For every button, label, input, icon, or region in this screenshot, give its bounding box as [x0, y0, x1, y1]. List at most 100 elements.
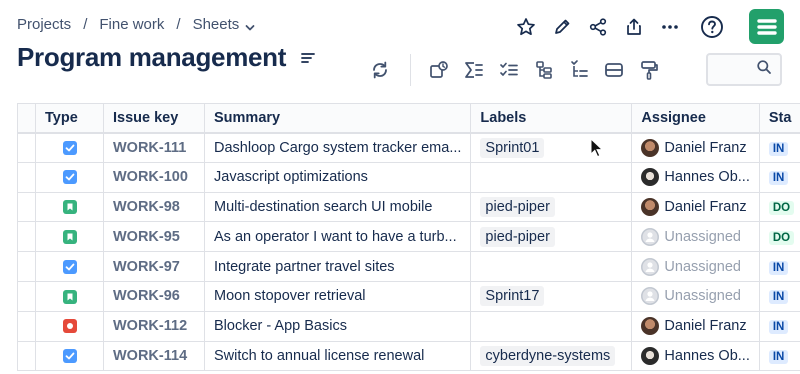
table-row[interactable]: WORK-112 Blocker - App Basics Daniel Franz…	[17, 310, 800, 342]
summary-cell[interactable]: Multi-destination search UI mobile	[203, 191, 472, 223]
labels-cell[interactable]: pied-piper	[470, 221, 633, 253]
summary-cell[interactable]: As an operator I want to have a turb...	[203, 221, 472, 253]
status-cell[interactable]: IN	[758, 280, 800, 312]
table-row[interactable]: WORK-97 Integrate partner travel sites Una…	[17, 251, 800, 282]
column-header-status[interactable]: Sta	[758, 103, 800, 134]
chevron-down-icon[interactable]	[245, 20, 255, 30]
issue-key[interactable]: WORK-111	[103, 132, 205, 163]
summary-cell[interactable]: Blocker - App Basics	[203, 310, 472, 342]
edit-icon[interactable]	[544, 12, 580, 42]
sum-icon[interactable]	[458, 54, 490, 86]
row-gutter[interactable]	[17, 191, 36, 223]
status-cell[interactable]: DO	[758, 191, 800, 223]
row-gutter[interactable]	[17, 340, 36, 372]
breadcrumb-fine-work[interactable]: Fine work	[99, 16, 164, 33]
export-icon[interactable]	[616, 12, 652, 42]
hierarchy-icon[interactable]	[528, 54, 560, 86]
table-row[interactable]: WORK-100 Javascript optimizations Hannes O…	[17, 161, 800, 193]
search-input[interactable]	[706, 53, 782, 86]
help-icon[interactable]	[694, 12, 730, 42]
row-gutter[interactable]	[17, 221, 36, 253]
labels-cell[interactable]	[470, 310, 633, 342]
table-row[interactable]: WORK-95 As an operator I want to have a t…	[17, 221, 800, 253]
status-badge: IN	[768, 290, 789, 305]
label-tag[interactable]: Sprint17	[480, 286, 545, 307]
status-cell[interactable]: DO	[758, 221, 800, 253]
column-header-assignee[interactable]: Assignee	[631, 103, 760, 134]
row-gutter[interactable]	[17, 280, 36, 312]
type-cell[interactable]	[35, 251, 104, 282]
share-icon[interactable]	[580, 12, 616, 42]
table-row[interactable]: WORK-98 Multi-destination search UI mobil…	[17, 191, 800, 223]
issue-key[interactable]: WORK-97	[103, 251, 205, 282]
summary-cell[interactable]: Integrate partner travel sites	[203, 251, 472, 282]
checklist-icon[interactable]	[493, 54, 525, 86]
issue-status-icon[interactable]	[423, 54, 455, 86]
assignee-cell[interactable]: Daniel Franz	[631, 132, 760, 163]
breadcrumb-sheets[interactable]: Sheets	[193, 16, 240, 33]
type-cell[interactable]	[35, 340, 104, 372]
issue-key[interactable]: WORK-95	[103, 221, 205, 253]
label-tag[interactable]: cyberdyne-systems	[480, 345, 616, 366]
issue-key[interactable]: WORK-114	[103, 340, 205, 372]
assignee-cell[interactable]: Unassigned	[631, 280, 760, 312]
status-cell[interactable]: IN	[758, 340, 800, 372]
row-gutter[interactable]	[17, 310, 36, 342]
assignee-cell[interactable]: Daniel Franz	[631, 191, 760, 223]
status-cell[interactable]: IN	[758, 161, 800, 193]
labels-cell[interactable]: Sprint17	[470, 280, 633, 312]
issue-key[interactable]: WORK-112	[103, 310, 205, 342]
table-row[interactable]: WORK-111 Dashloop Cargo system tracker em…	[17, 132, 800, 163]
labels-cell[interactable]	[470, 251, 633, 282]
row-gutter[interactable]	[17, 132, 36, 163]
more-icon[interactable]	[652, 12, 688, 42]
status-cell[interactable]: IN	[758, 310, 800, 342]
label-tag[interactable]: pied-piper	[480, 196, 555, 217]
star-icon[interactable]	[508, 12, 544, 42]
app-logo-icon[interactable]	[749, 9, 784, 44]
summary-cell[interactable]: Javascript optimizations	[203, 161, 472, 193]
status-cell[interactable]: IN	[758, 132, 800, 163]
assignee-cell[interactable]: Hannes Ob...	[631, 340, 760, 372]
table-row[interactable]: WORK-96 Moon stopover retrieval Sprint17 Un…	[17, 280, 800, 312]
tree-icon[interactable]	[563, 54, 595, 86]
label-tag[interactable]: pied-piper	[480, 226, 555, 247]
task-checkbox-icon	[62, 140, 77, 155]
row-gutter[interactable]	[17, 161, 36, 193]
labels-cell[interactable]: Sprint01	[470, 132, 633, 163]
type-cell[interactable]	[35, 310, 104, 342]
card-layout-icon[interactable]	[598, 54, 630, 86]
summary-cell[interactable]: Dashloop Cargo system tracker ema...	[203, 132, 472, 163]
assignee-cell[interactable]: Daniel Franz	[631, 310, 760, 342]
status-badge: IN	[768, 320, 789, 335]
column-header-summary[interactable]: Summary	[203, 103, 472, 134]
label-tag[interactable]: Sprint01	[480, 137, 545, 158]
labels-cell[interactable]: cyberdyne-systems	[470, 340, 633, 372]
row-gutter[interactable]	[17, 251, 36, 282]
story-bookmark-icon	[62, 289, 77, 304]
issue-key[interactable]: WORK-96	[103, 280, 205, 312]
column-header-type[interactable]: Type	[35, 103, 104, 134]
assignee-cell[interactable]: Unassigned	[631, 221, 760, 253]
refresh-icon[interactable]	[364, 54, 396, 86]
assignee-cell[interactable]: Unassigned	[631, 251, 760, 282]
type-cell[interactable]	[35, 221, 104, 253]
type-cell[interactable]	[35, 191, 104, 223]
issue-key[interactable]: WORK-100	[103, 161, 205, 193]
labels-cell[interactable]	[470, 161, 633, 193]
labels-cell[interactable]: pied-piper	[470, 191, 633, 223]
status-cell[interactable]: IN	[758, 251, 800, 282]
breadcrumb-projects[interactable]: Projects	[17, 16, 71, 33]
column-header-labels[interactable]: Labels	[470, 103, 633, 134]
column-header-issue-key[interactable]: Issue key	[103, 103, 205, 134]
table-row[interactable]: WORK-114 Switch to annual license renewal…	[17, 340, 800, 372]
summary-cell[interactable]: Moon stopover retrieval	[203, 280, 472, 312]
assignee-cell[interactable]: Hannes Ob...	[631, 161, 760, 193]
paint-roller-icon[interactable]	[633, 54, 665, 86]
type-cell[interactable]	[35, 161, 104, 193]
issue-key[interactable]: WORK-98	[103, 191, 205, 223]
type-cell[interactable]	[35, 132, 104, 163]
summary-cell[interactable]: Switch to annual license renewal	[203, 340, 472, 372]
type-cell[interactable]	[35, 280, 104, 312]
menu-lines-icon[interactable]	[300, 49, 318, 67]
